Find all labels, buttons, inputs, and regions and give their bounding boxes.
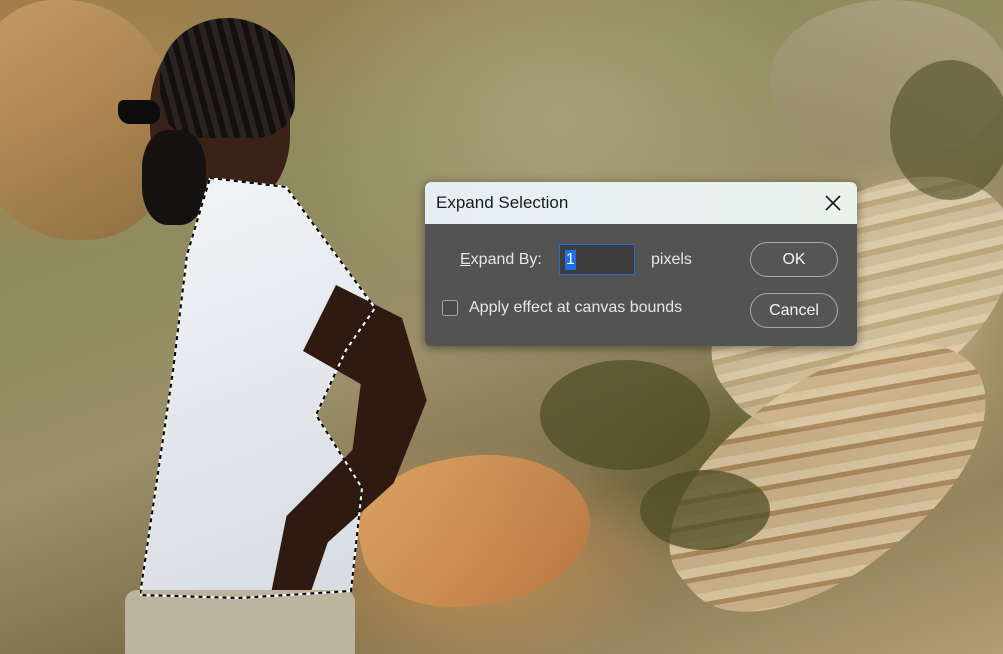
person-braids xyxy=(160,18,295,138)
canvas-bounds-label[interactable]: Apply effect at canvas bounds xyxy=(469,297,682,319)
expand-selection-dialog: Expand Selection Expand By: 1 pixels OK … xyxy=(425,182,857,346)
selection-marquee xyxy=(140,178,375,600)
dialog-titlebar[interactable]: Expand Selection xyxy=(425,182,857,224)
expand-by-value: 1 xyxy=(565,250,576,270)
canvas-bounds-checkbox[interactable] xyxy=(442,300,458,316)
close-icon xyxy=(825,195,841,211)
expand-by-input[interactable]: 1 xyxy=(559,244,635,275)
cancel-button[interactable]: Cancel xyxy=(750,293,838,328)
ok-button[interactable]: OK xyxy=(750,242,838,277)
close-button[interactable] xyxy=(809,182,857,224)
dialog-title: Expand Selection xyxy=(436,193,569,212)
unit-label: pixels xyxy=(651,251,692,268)
expand-by-label: Expand By: xyxy=(460,251,542,268)
sunglasses xyxy=(118,100,160,124)
